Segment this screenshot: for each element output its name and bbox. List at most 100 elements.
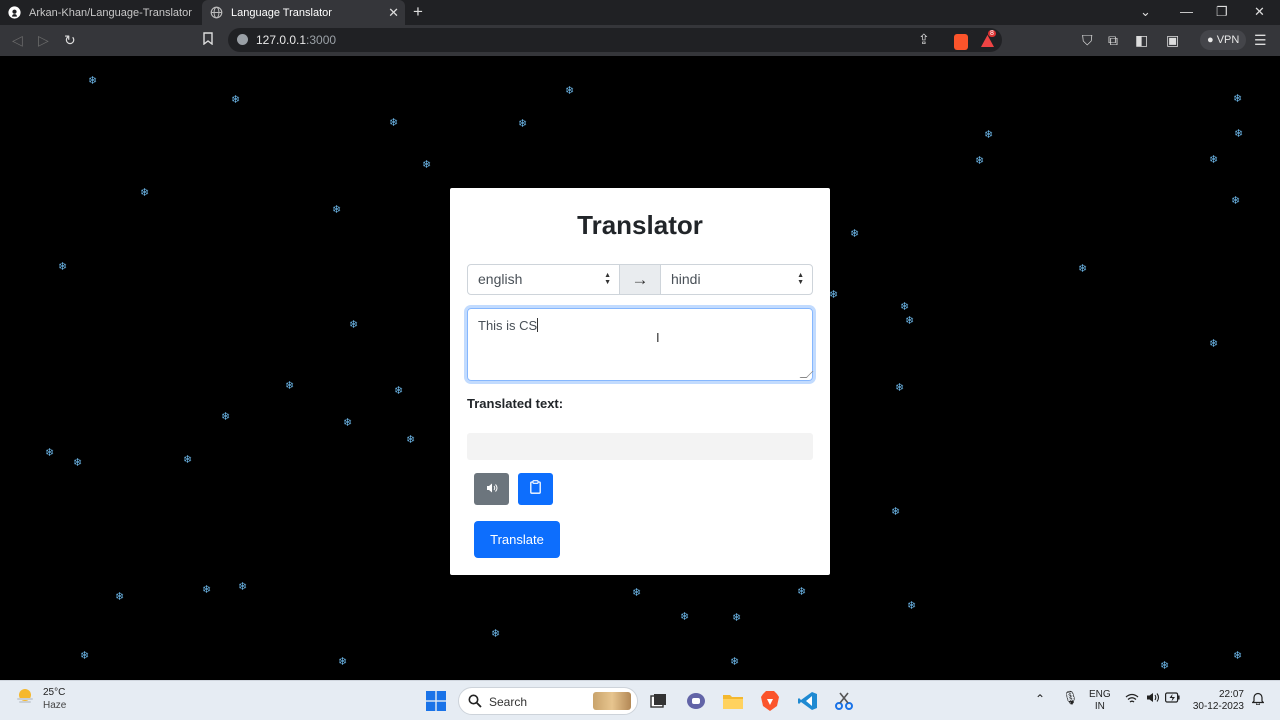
globe-icon [210, 6, 223, 19]
translator-card: Translator english ▲ ▼ → hindi ▲ ▼ This is… [450, 188, 830, 575]
chat-icon[interactable] [685, 690, 707, 712]
snowflake-icon: ❄ [338, 656, 348, 668]
brave-browser-icon[interactable] [759, 690, 781, 712]
volume-icon[interactable] [1146, 692, 1160, 705]
clipboard-icon [530, 479, 541, 499]
bookmark-icon[interactable] [203, 32, 213, 48]
copy-button[interactable] [518, 473, 553, 505]
temperature-text: 25°C [43, 687, 66, 698]
snowflake-icon: ❄ [202, 584, 212, 596]
share-icon[interactable]: ⇪ [918, 31, 930, 47]
snowflake-icon: ❄ [406, 434, 416, 446]
clock[interactable]: 22:07 30-12-2023 [1188, 689, 1244, 713]
minimize-icon[interactable]: — [1180, 4, 1193, 19]
snowflake-icon: ❄ [422, 159, 432, 171]
snowflake-icon: ❄ [343, 417, 353, 429]
arrow-right-icon: → [631, 269, 649, 289]
translated-text-label: Translated text: [467, 396, 564, 411]
snowflake-icon: ❄ [1209, 338, 1219, 350]
snowflake-icon: ❄ [680, 611, 690, 623]
microphone-icon[interactable]: 🎙 [1062, 691, 1079, 704]
source-text-value: This is CS [478, 318, 538, 333]
weather-text: Haze [43, 700, 67, 711]
brave-shields-icon[interactable] [954, 34, 968, 50]
snowflake-icon: ❄ [115, 591, 125, 603]
shield-icon[interactable]: ⛉ [1082, 32, 1093, 48]
snowflake-icon: ❄ [797, 586, 807, 598]
snowflake-icon: ❄ [730, 656, 740, 668]
text-cursor [537, 318, 539, 332]
target-language-select[interactable]: hindi ▲ ▼ [660, 264, 813, 295]
snowflake-icon: ❄ [975, 155, 985, 167]
translate-button[interactable]: Translate [474, 521, 560, 558]
snowflake-icon: ❄ [829, 289, 839, 301]
search-highlight-image [593, 692, 631, 710]
vpn-button[interactable]: ● VPN [1200, 30, 1247, 50]
browser-toolbar: ◁ ▷ ↻ 127.0.0.1:3000 ⇪ 8 ⛉ ⧉ ◧ ▣ ● VPN ☰ [0, 25, 1280, 56]
windows-taskbar: 25°C Haze Search ⌃ 🎙 ENG IN 22:07 30-12-… [0, 680, 1280, 720]
language-indicator[interactable]: ENG IN [1089, 689, 1111, 713]
tab-search-chevron-icon[interactable]: ⌄ [1140, 4, 1151, 20]
snowflake-icon: ❄ [58, 261, 68, 273]
tab-label: Arkan-Khan/Language-Translator [29, 6, 192, 19]
snowflake-icon: ❄ [1160, 660, 1170, 672]
new-tab-icon[interactable]: + [413, 2, 423, 22]
source-language-select[interactable]: english ▲ ▼ [467, 264, 620, 295]
snowflake-icon: ❄ [1234, 128, 1244, 140]
maximize-icon[interactable]: ❐ [1216, 4, 1228, 20]
weather-widget[interactable]: 25°C Haze [15, 687, 66, 711]
windows-start-icon[interactable] [425, 690, 447, 712]
clock-date: 30-12-2023 [1192, 701, 1244, 712]
close-tab-icon[interactable]: ✕ [388, 5, 399, 21]
tab-language-translator[interactable]: Language Translator ✕ [202, 0, 405, 25]
snowflake-icon: ❄ [183, 454, 193, 466]
reload-icon[interactable]: ↻ [64, 32, 76, 48]
extensions-icon[interactable]: ⧉ [1108, 32, 1118, 48]
wallet-icon[interactable]: ▣ [1166, 32, 1179, 48]
address-bar[interactable]: 127.0.0.1:3000 ⇪ 8 [228, 28, 1002, 52]
snipping-tool-icon[interactable] [833, 690, 855, 712]
resize-handle-icon[interactable] [799, 371, 814, 378]
translated-text-output [467, 433, 813, 460]
tab-github-repo[interactable]: Arkan-Khan/Language-Translator [8, 0, 204, 25]
snowflake-icon: ❄ [984, 129, 994, 141]
battery-charging-icon[interactable] [1165, 692, 1180, 705]
vscode-icon[interactable] [797, 690, 819, 712]
haze-weather-icon [15, 687, 35, 705]
forward-icon[interactable]: ▷ [38, 32, 49, 48]
snowflake-icon: ❄ [80, 650, 90, 662]
snowflake-icon: ❄ [891, 506, 901, 518]
search-label: Search [489, 695, 528, 709]
show-hidden-icons-chevron-icon[interactable]: ⌃ [1035, 693, 1045, 705]
snowflake-icon: ❄ [1233, 93, 1243, 105]
menu-icon[interactable]: ☰ [1254, 32, 1267, 48]
snowflake-icon: ❄ [221, 411, 231, 423]
snowflake-icon: ❄ [45, 447, 55, 459]
snowflake-icon: ❄ [732, 612, 742, 624]
clock-time: 22:07 [1218, 689, 1244, 700]
ibeam-cursor-icon: I [656, 330, 660, 345]
url-text: 127.0.0.1:3000 [256, 33, 337, 47]
snowflake-icon: ❄ [895, 382, 905, 394]
snowflake-icon: ❄ [140, 187, 150, 199]
snowflake-icon: ❄ [491, 628, 501, 640]
snowflake-icon: ❄ [238, 581, 248, 593]
snowflake-icon: ❄ [332, 204, 342, 216]
wifi-icon[interactable] [1125, 693, 1139, 706]
select-caret-icon: ▲ ▼ [604, 272, 611, 287]
source-text-input[interactable]: This is CS [467, 308, 814, 381]
page-viewport: ❄ ❄ ❄ ❄ ❄ ❄ ❄ ❄ ❄ ❄ ❄ ❄ ❄ ❄ ❄ ❄ ❄ ❄ ❄ ❄ ❄ ❄ ❄ ❄ ❄ ❄ ❄ ❄ ❄ ❄ ❄ ❄ ❄ ❄ ❄ ❄ ❄ ❄ ❄ ❄… [0, 56, 1280, 680]
snowflake-icon: ❄ [389, 117, 399, 129]
search-icon [468, 694, 482, 713]
taskbar-search[interactable]: Search [458, 687, 638, 715]
sidebar-icon[interactable]: ◧ [1135, 32, 1148, 48]
notifications-bell-icon[interactable] [1251, 692, 1265, 709]
close-window-icon[interactable]: ✕ [1254, 4, 1265, 20]
swap-languages-button[interactable]: → [620, 264, 660, 295]
speak-button[interactable] [474, 473, 509, 505]
file-explorer-icon[interactable] [722, 690, 744, 712]
site-info-icon[interactable] [237, 34, 248, 45]
back-icon[interactable]: ◁ [12, 32, 23, 48]
task-view-icon[interactable] [647, 690, 669, 712]
rewards-badge: 8 [988, 30, 996, 37]
